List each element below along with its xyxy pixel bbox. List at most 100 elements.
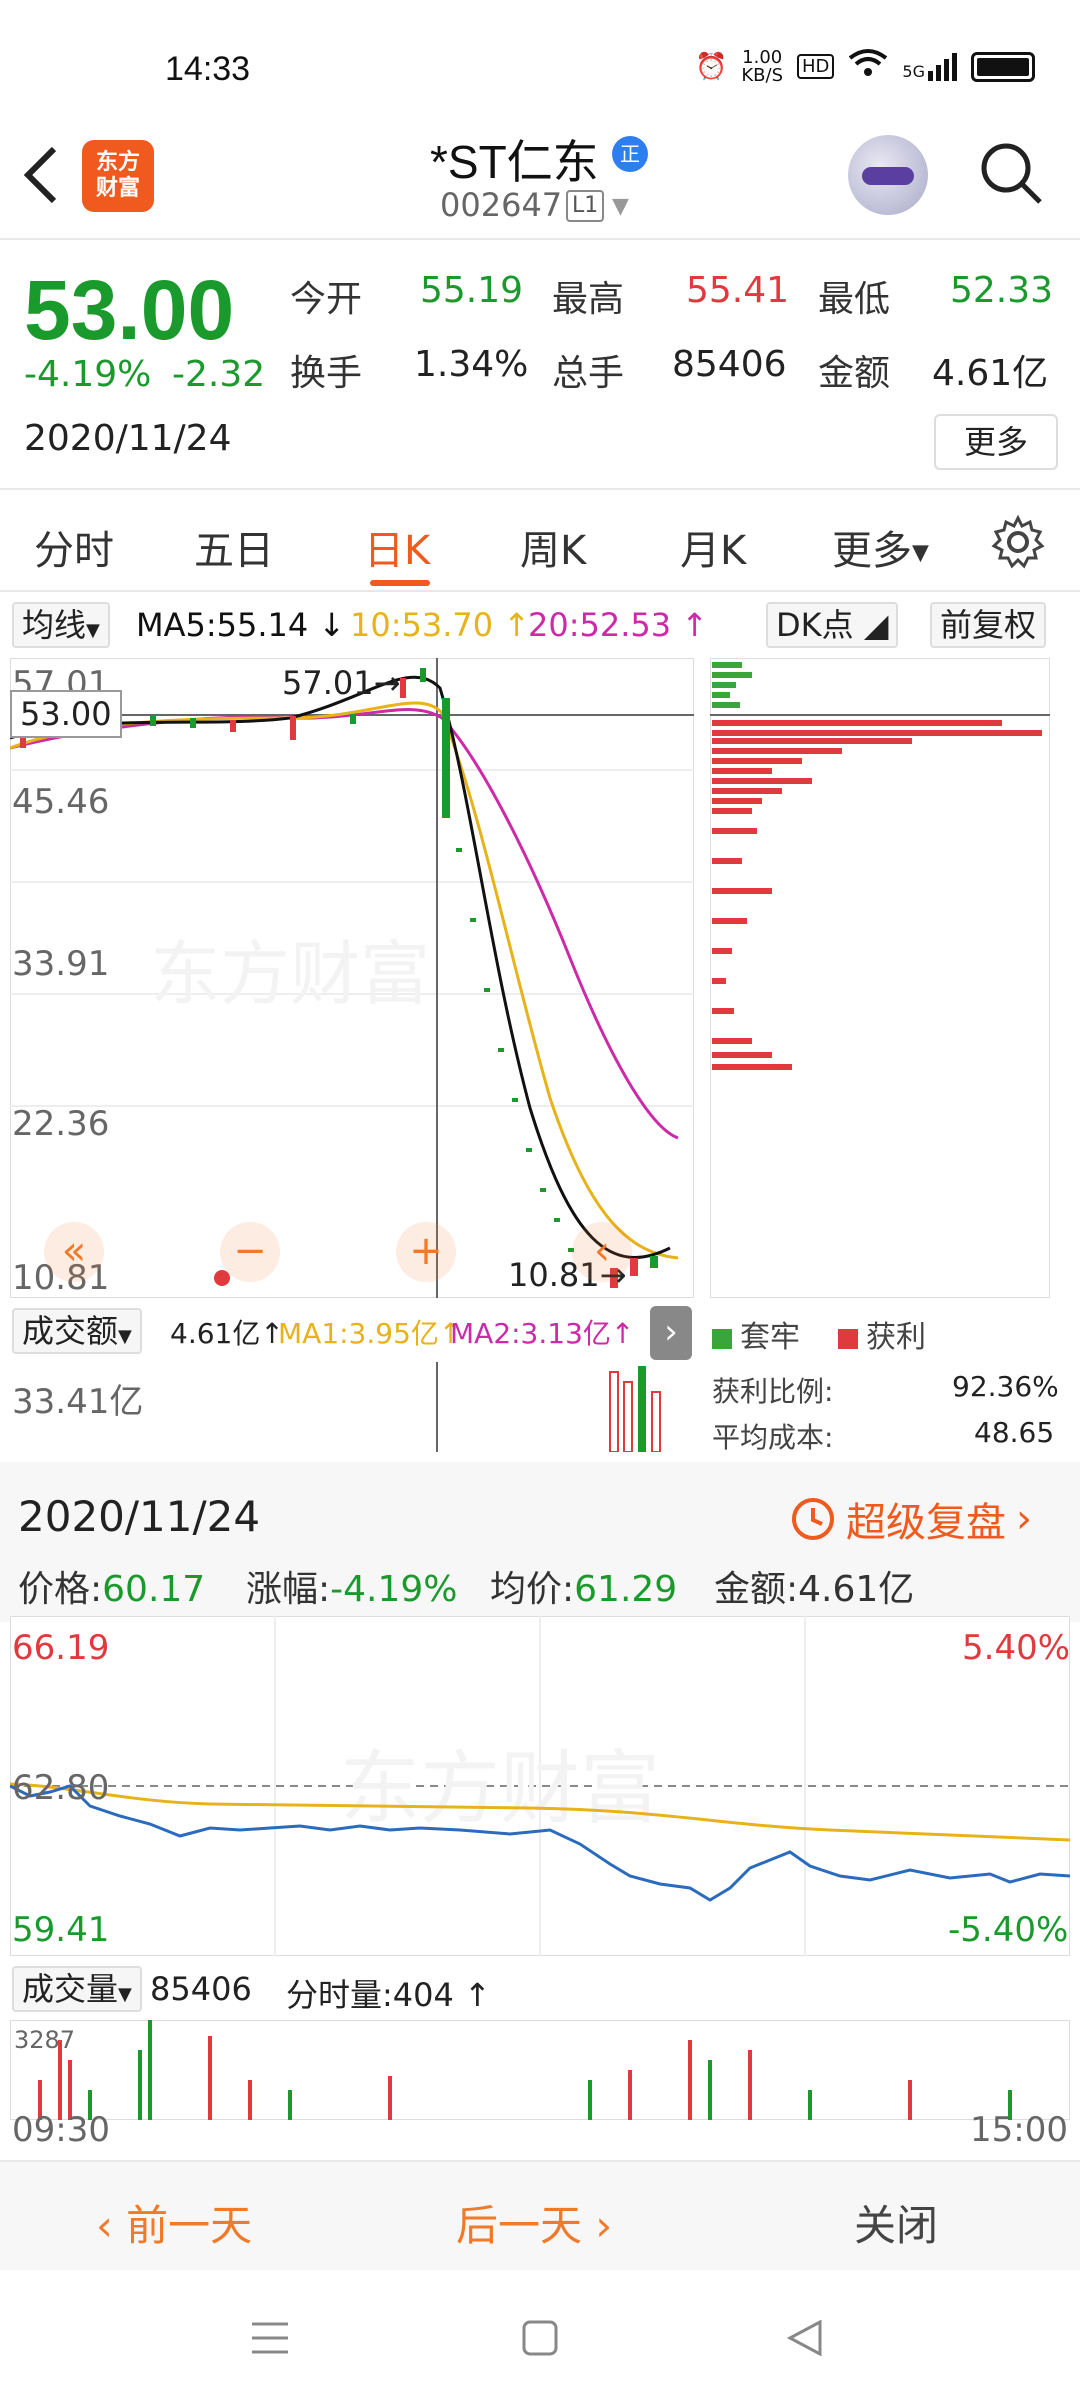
alarm-icon: ⏰ — [694, 51, 728, 82]
level-tag[interactable]: L1 — [566, 190, 605, 222]
super-review-link[interactable]: 超级复盘 › — [790, 1490, 1032, 1548]
hd-icon: HD — [797, 54, 835, 79]
period-tabs: 分时 五日 日K 周K 月K 更多▼ — [0, 492, 1080, 592]
high-label: 最高 — [552, 279, 625, 320]
high-value: 55.41 — [686, 270, 790, 311]
volume-max-label: 33.41亿 — [12, 1382, 144, 1422]
profit-ratio-label: 获利比例: — [712, 1375, 834, 1408]
app-logo[interactable]: 东方 财富 — [82, 140, 154, 212]
zoom-out-button[interactable]: − — [220, 1222, 280, 1282]
status-icons: ⏰ 1.00 KB/S HD 5G — [695, 48, 1035, 85]
indicator-bar: 均线▼ MA5:55.14 ↓ 10:53.70 ↑ 20:52.53 ↑ DK… — [0, 594, 1080, 656]
prev-day-button[interactable]: ‹ 前一天 — [96, 2192, 252, 2253]
review-change: 涨幅:-4.19% — [246, 1569, 458, 1610]
high-annotation: 57.01→ — [282, 664, 401, 702]
current-price-tag: 53.00 — [10, 690, 122, 738]
close-button[interactable]: 关闭 — [854, 2192, 938, 2253]
prev-candle-button[interactable]: ‹ — [572, 1222, 632, 1282]
home-icon[interactable] — [522, 2320, 558, 2356]
intraday-volume-bar: 成交量▼ 85406 分时量:404 ↑ — [0, 1960, 700, 2020]
chip-distribution-chart — [710, 658, 1050, 1298]
caret-down-icon[interactable]: ▼ — [612, 194, 629, 219]
tab-five-day[interactable]: 五日 — [194, 518, 274, 576]
intraday-watermark: 东方财富 — [340, 1742, 660, 1835]
last-price: 53.00 — [24, 263, 235, 357]
turnover-label: 换手 — [290, 353, 363, 394]
volume-label: 总手 — [552, 353, 625, 394]
profit-ratio-value: 92.36% — [952, 1370, 1059, 1403]
intraday-y-mid: 62.80 — [12, 1768, 110, 1808]
expand-chip-button[interactable]: › — [650, 1306, 692, 1360]
gear-icon[interactable] — [990, 514, 1046, 570]
avg-cost-value: 48.65 — [974, 1416, 1055, 1449]
status-bar: 14:33 ⏰ 1.00 KB/S HD 5G — [0, 0, 1080, 120]
next-day-button[interactable]: 后一天 › — [456, 2192, 612, 2253]
time-end: 15:00 — [970, 2110, 1068, 2150]
system-navigation-bar — [0, 2270, 1080, 2400]
intraday-pct-top: 5.40% — [962, 1628, 1071, 1668]
intraday-chart[interactable]: 东方财富 — [10, 1616, 1070, 1956]
amount-value: 4.61亿 — [932, 353, 1049, 394]
scroll-left-button[interactable]: « — [44, 1222, 104, 1282]
intraday-y-bottom: 59.41 — [12, 1910, 110, 1950]
open-value: 55.19 — [420, 270, 524, 311]
turnover-value: 1.34% — [414, 344, 529, 385]
review-amount: 金额:4.61亿 — [714, 1569, 915, 1610]
review-price: 价格:60.17 — [18, 1569, 206, 1610]
intraday-pct-bottom: -5.40% — [948, 1910, 1069, 1950]
avg-cost-label: 平均成本: — [712, 1421, 834, 1454]
amount-label: 金额 — [818, 353, 891, 394]
kline-y-label-2: 45.46 — [12, 782, 110, 822]
more-button[interactable]: 更多 — [934, 414, 1058, 470]
tab-daily-k[interactable]: 日K — [364, 518, 430, 576]
verified-badge: 正 — [612, 136, 648, 172]
low-label: 最低 — [818, 279, 891, 320]
quote-date: 2020/11/24 — [24, 418, 232, 459]
volume-amount: 4.61亿↑ — [170, 1317, 284, 1350]
quote-panel: 53.00 -4.19% -2.32 2020/11/24 今开 55.19 最… — [0, 242, 1080, 490]
tab-monthly-k[interactable]: 月K — [680, 518, 746, 576]
change-amount: -2.32 — [172, 354, 266, 395]
change-percent: -4.19% — [24, 354, 152, 395]
signal-icon: 5G — [902, 52, 957, 81]
kline-chart[interactable]: 东方财富 — [10, 658, 694, 1298]
volume-indicator-bar: 成交额▼ 4.61亿↑ MA1:3.95亿↑ MA2:3.13亿↑ › — [0, 1300, 700, 1362]
intraday-y-top: 66.19 — [12, 1628, 110, 1668]
intraday-vol-max: 3287 — [14, 2026, 76, 2054]
review-panel: 2020/11/24 超级复盘 › 价格:60.17 涨幅:-4.19% 均价:6… — [0, 1462, 1080, 1622]
kline-y-label-3: 33.91 — [12, 944, 110, 984]
time-start: 09:30 — [12, 2110, 110, 2150]
chip-legend: 套牢 获利 获利比例: 92.36% 平均成本: 48.65 — [710, 1300, 1070, 1460]
net-speed: 1.00 KB/S — [741, 46, 784, 86]
volume-value: 85406 — [672, 344, 787, 385]
intraday-volume-chart — [10, 2020, 1070, 2120]
back-button[interactable] — [20, 145, 70, 215]
review-avg: 均价:61.29 — [490, 1569, 678, 1610]
day-navigation: ‹ 前一天 后一天 › 关闭 — [0, 2160, 1080, 2270]
assistant-robot-icon[interactable] — [848, 135, 928, 215]
tab-more[interactable]: 更多▼ — [832, 518, 929, 576]
watermark: 东方财富 — [150, 933, 430, 1015]
intraday-volume-value: 85406 — [150, 1970, 252, 2008]
stock-code[interactable]: 002647 — [440, 186, 562, 224]
adjust-selector[interactable]: 前复权 — [930, 602, 1047, 648]
menu-icon[interactable] — [250, 2320, 290, 2356]
stock-header: 东方 财富 *ST仁东 正 002647 L1 ▼ — [0, 120, 1080, 240]
intraday-volume-selector[interactable]: 成交量▼ — [12, 1966, 142, 2012]
history-icon — [792, 1498, 834, 1540]
zoom-in-button[interactable]: + — [396, 1222, 456, 1282]
legend-profit: 获利 — [838, 1312, 926, 1356]
back-nav-icon[interactable] — [786, 2320, 822, 2356]
tab-weekly-k[interactable]: 周K — [520, 518, 586, 576]
search-icon[interactable] — [978, 140, 1044, 206]
tick-volume: 分时量:404 ↑ — [286, 1976, 491, 2014]
review-date: 2020/11/24 — [18, 1492, 261, 1541]
battery-icon — [971, 51, 1035, 82]
volume-selector[interactable]: 成交额▼ — [12, 1308, 142, 1354]
open-label: 今开 — [290, 279, 363, 320]
ma-selector[interactable]: 均线▼ — [12, 602, 110, 648]
tab-underline — [370, 580, 430, 586]
tab-intraday[interactable]: 分时 — [34, 518, 114, 576]
dk-point-toggle[interactable]: DK点 ◢ — [766, 602, 899, 648]
kline-y-label-4: 22.36 — [12, 1104, 110, 1144]
